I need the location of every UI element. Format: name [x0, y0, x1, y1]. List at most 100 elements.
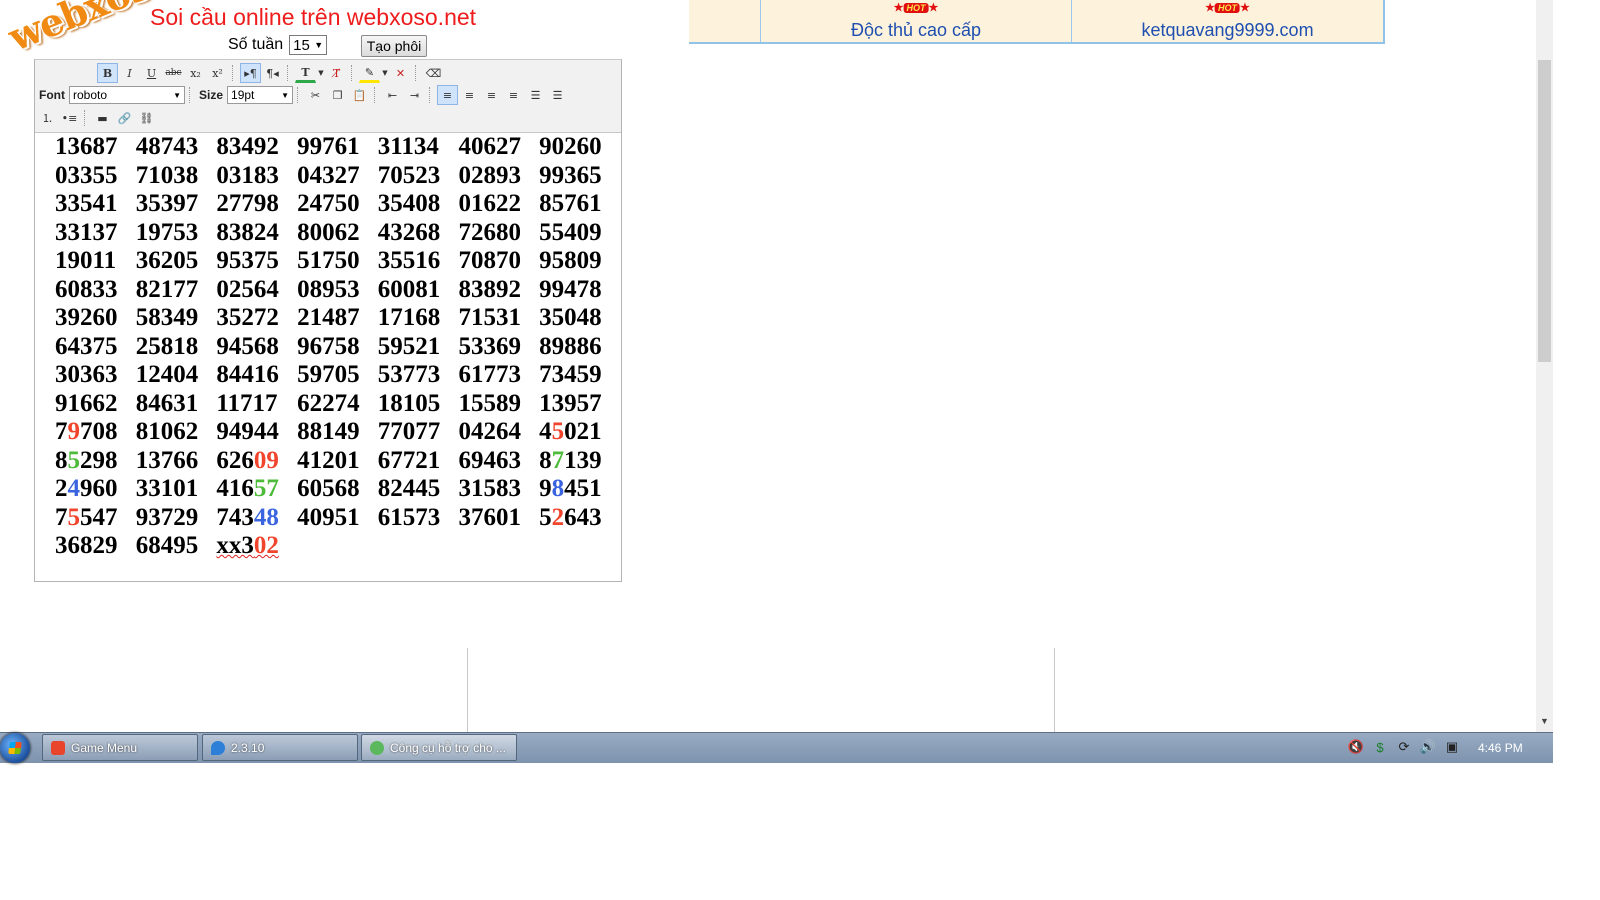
page-scrollbar[interactable]: ▼ [1536, 0, 1553, 732]
ltr-direction-icon[interactable]: ▸¶ [240, 63, 261, 83]
task-game-menu[interactable]: Game Menu [42, 734, 198, 761]
ketquavang-link[interactable]: ketquavang9999.com [1072, 20, 1383, 41]
network-icon[interactable]: ▣ [1444, 739, 1460, 755]
volume-icon[interactable]: 🔊 [1420, 739, 1436, 755]
number-cell: 45021 [539, 418, 620, 447]
number-segment: 40951 [297, 503, 360, 531]
align-center-icon[interactable]: ≡ [459, 85, 480, 105]
scrollbar-thumb[interactable] [1538, 60, 1551, 362]
number-segment: 33541 [55, 190, 118, 217]
banner-cell-doc-thu[interactable]: ★ HOT ★ Độc thủ cao cấp [760, 0, 1071, 42]
paste-icon[interactable]: 📋 [349, 85, 370, 105]
remove-highlight-icon[interactable]: ✕ [390, 63, 411, 83]
number-segment: 43268 [377, 218, 441, 246]
banner-cell-ketquavang[interactable]: ★ HOT ★ ketquavang9999.com [1071, 0, 1383, 42]
number-segment: 77077 [377, 418, 441, 445]
number-cell: 81062 [136, 418, 217, 447]
number-cell: 02893 [458, 162, 539, 191]
number-cell: 98451 [539, 475, 620, 504]
number-segment: 960 [80, 475, 118, 502]
chevron-down-icon[interactable]: ▼ [317, 63, 325, 83]
number-segment: 743 [216, 503, 254, 531]
network-sync-icon[interactable]: ⟳ [1396, 739, 1412, 755]
eraser-icon[interactable]: ⌫ [423, 63, 444, 83]
number-cell: 04264 [458, 418, 539, 447]
bold-button[interactable]: B [97, 63, 118, 83]
italic-button[interactable]: I [119, 63, 140, 83]
indent-icon[interactable]: ⇥ [404, 85, 425, 105]
number-segment: 83824 [216, 218, 279, 246]
number-segment: 60081 [377, 275, 441, 303]
remove-format-icon[interactable]: T̸ [326, 63, 347, 83]
unordered-list-icon[interactable]: •≡ [59, 108, 80, 128]
number-segment: 02 [253, 532, 279, 559]
number-cell: 96758 [297, 333, 378, 362]
number-segment: 9 [67, 418, 81, 445]
number-cell: 93729 [136, 504, 217, 533]
underline-button[interactable]: U [141, 63, 162, 83]
number-segment: 33101 [135, 475, 199, 502]
strikethrough-button[interactable]: abc [163, 63, 184, 83]
number-segment: 13687 [55, 133, 118, 160]
speaker-muted-icon[interactable]: 🔇 [1348, 739, 1364, 755]
rich-text-editor[interactable]: B I U abc x₂ x² ▸¶ ¶◂ T ▼ T̸ ✎ ▼ ✕ ⌫ Fon… [34, 59, 622, 582]
start-button[interactable] [0, 733, 30, 763]
number-cell: 01622 [458, 190, 539, 219]
number-row: 33137 19753 83824 80062 43268 72680 55409 [55, 219, 620, 248]
number-cell: 19753 [136, 219, 217, 248]
taskbar-clock[interactable]: 4:46 PM [1478, 741, 1523, 755]
number-segment: 72680 [458, 218, 521, 246]
rtl-direction-icon[interactable]: ¶◂ [262, 63, 283, 83]
number-cell: 64375 [55, 333, 136, 362]
link-icon[interactable]: 🔗 [114, 108, 135, 128]
banner-cell-empty [689, 0, 760, 42]
ordered-list-icon[interactable]: ⒈ [37, 108, 58, 128]
number-segment: 139 [564, 446, 602, 474]
doc-thu-link[interactable]: Độc thủ cao cấp [761, 20, 1071, 41]
star-icon: ★ [1205, 2, 1215, 14]
align-justify-icon[interactable]: ≡ [503, 85, 524, 105]
align-full-icon[interactable]: ☰ [525, 85, 546, 105]
number-cell: 51750 [297, 247, 378, 276]
chevron-down-icon: ▼ [173, 90, 181, 100]
subscript-button[interactable]: x₂ [185, 63, 206, 83]
number-segment: 84416 [216, 361, 279, 388]
align-right-icon[interactable]: ≡ [481, 85, 502, 105]
number-segment: 94944 [216, 418, 279, 445]
size-select-value: 19pt [231, 88, 255, 102]
highlight-color-icon[interactable]: ✎ [359, 63, 380, 83]
size-select[interactable]: 19pt ▼ [227, 86, 294, 104]
number-segment: 31583 [458, 475, 521, 502]
cut-icon[interactable]: ✂ [305, 85, 326, 105]
copy-icon[interactable]: ❐ [327, 85, 348, 105]
editor-content[interactable]: 13687 48743 83492 99761 31134 40627 90260 03355… [55, 133, 620, 561]
align-distributed-icon[interactable]: ☰ [547, 85, 568, 105]
horizontal-rule-icon[interactable]: ▬ [92, 108, 113, 128]
create-button[interactable]: Tạo phôi [361, 35, 427, 57]
text-color-icon[interactable]: T [295, 63, 316, 83]
number-cell: 19011 [55, 247, 136, 276]
number-cell: 75547 [55, 504, 136, 533]
task-chrome-window[interactable]: Công cụ hỗ trợ cho ... [361, 734, 517, 761]
number-cell: 68495 [136, 532, 217, 561]
toolbar-separator [374, 87, 378, 103]
toolbar-separator [287, 65, 291, 81]
align-left-icon[interactable]: ≡ [437, 85, 459, 105]
chevron-down-icon: ▼ [314, 40, 324, 50]
number-cell: 59705 [297, 361, 378, 390]
hot-label: HOT [1215, 3, 1240, 13]
number-cell: 99761 [297, 133, 378, 162]
app-tray-icon[interactable]: $ [1372, 739, 1388, 755]
number-segment: 85761 [539, 190, 602, 217]
number-segment: 33137 [55, 218, 118, 246]
unlink-icon[interactable]: ⛓ [136, 108, 157, 128]
outdent-icon[interactable]: ⇤ [382, 85, 403, 105]
week-select[interactable]: 15 ▼ [289, 35, 328, 55]
superscript-button[interactable]: x² [207, 63, 228, 83]
scroll-down-arrow-icon[interactable]: ▼ [1536, 716, 1553, 730]
chevron-down-icon[interactable]: ▼ [381, 63, 389, 83]
number-segment: 67721 [377, 446, 441, 474]
font-select[interactable]: roboto ▼ [69, 86, 185, 104]
number-segment: 82445 [377, 475, 441, 502]
task-version[interactable]: 2.3.10 [202, 734, 358, 761]
